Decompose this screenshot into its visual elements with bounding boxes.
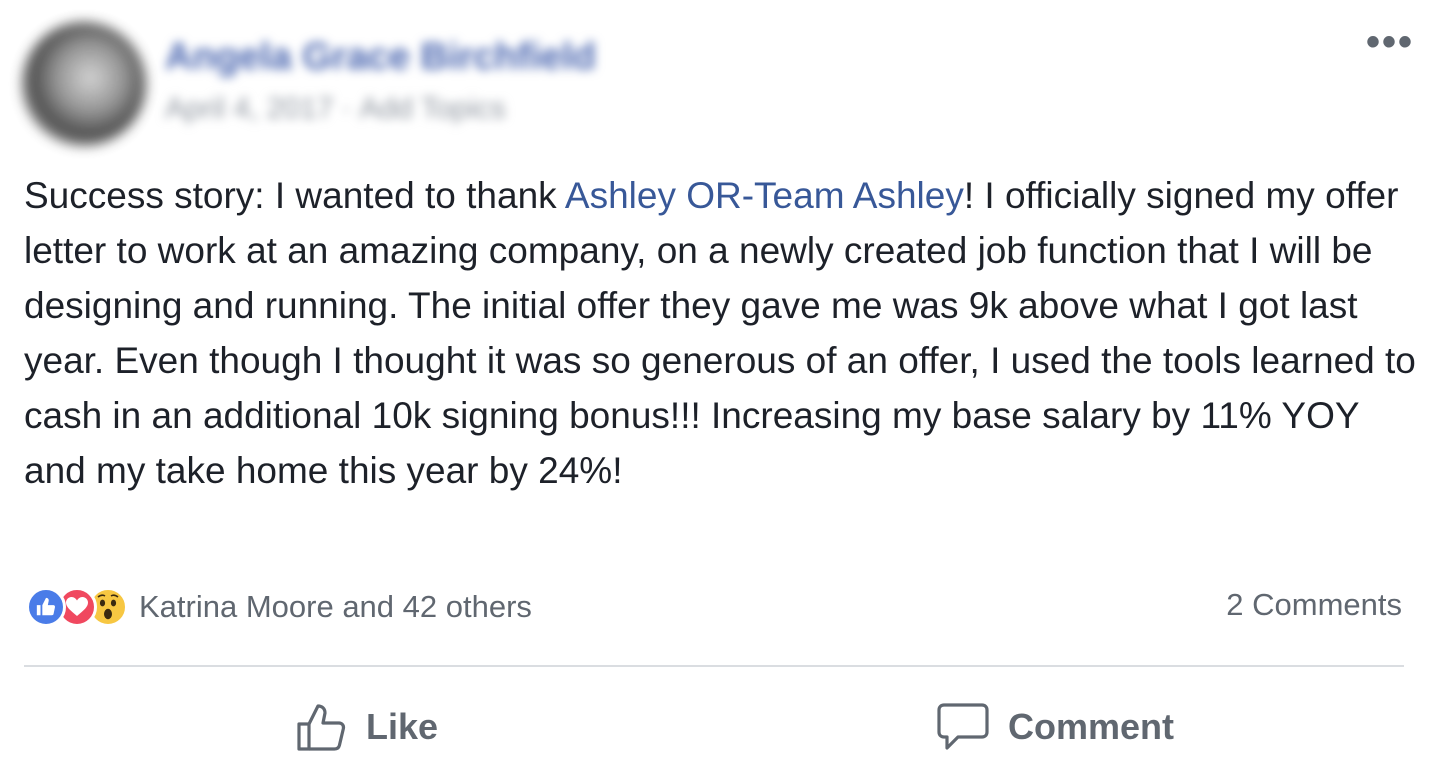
like-button[interactable]: Like [296,700,438,754]
avatar[interactable] [22,22,146,146]
post-text-body: ! I officially signed my offer letter to… [24,175,1416,491]
thumbs-up-icon [297,704,346,751]
post-text: Success story: I wanted to thank Ashley … [24,168,1419,498]
comment-label: Comment [1008,706,1175,747]
add-topics-link[interactable]: Add Topics [359,92,505,125]
facebook-post: Angela Grace Birchfield April 4, 2017 · Ad… [0,0,1434,766]
comments-count[interactable]: 2 Comments [1226,587,1402,623]
mention-link[interactable]: Ashley OR-Team Ashley [565,175,964,216]
meta-separator: · [341,92,352,125]
reaction-names[interactable]: Katrina Moore and 42 others [139,589,532,625]
post-date[interactable]: April 4, 2017 [165,92,333,125]
post-text-intro: Success story: I wanted to thank [24,175,565,216]
comment-button[interactable]: Comment [936,700,1174,754]
like-reaction-icon [26,587,66,627]
comment-bubble-icon [937,703,989,750]
author-name[interactable]: Angela Grace Birchfield [165,36,596,79]
reactions-summary[interactable]: Katrina Moore and 42 others [26,585,532,629]
more-options-icon[interactable]: ••• [1366,22,1414,62]
post-meta: April 4, 2017 · Add Topics [165,92,506,126]
like-label: Like [366,706,439,747]
divider [24,665,1404,667]
